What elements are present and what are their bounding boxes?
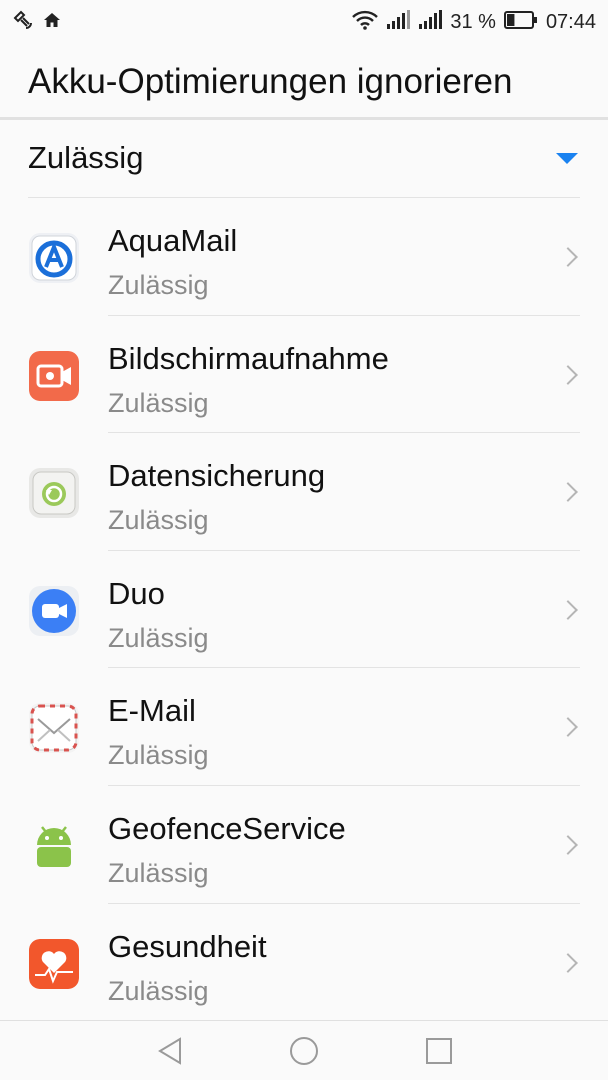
- signal-icon: [418, 9, 443, 35]
- back-icon[interactable]: [154, 1035, 186, 1067]
- app-status: Zulässig: [108, 975, 209, 1006]
- list-item[interactable]: E-Mail Zulässig: [0, 668, 608, 786]
- chevron-right-icon: [558, 364, 578, 385]
- filter-dropdown[interactable]: Zulässig: [28, 120, 580, 198]
- status-left: [12, 9, 62, 36]
- filter-selected-value: Zulässig: [28, 140, 144, 175]
- app-name: AquaMail: [108, 223, 238, 258]
- chevron-right-icon: [558, 247, 578, 267]
- recents-icon[interactable]: [423, 1035, 455, 1067]
- health-icon: [29, 938, 79, 989]
- aquamail-icon: [29, 233, 79, 283]
- app-status: Zulässig: [108, 270, 209, 300]
- app-status: Zulässig: [108, 740, 209, 771]
- list-item[interactable]: AquaMail Zulässig: [0, 198, 608, 316]
- backup-icon: [29, 468, 79, 519]
- dropdown-caret-icon: [556, 153, 578, 164]
- email-icon: [29, 703, 79, 754]
- duo-icon: [29, 585, 79, 636]
- clock: 07:44: [545, 10, 596, 33]
- home-icon[interactable]: [288, 1035, 320, 1067]
- battery-icon: [503, 10, 538, 34]
- battery-percent: 31 %: [450, 10, 496, 33]
- signal-icon: [386, 9, 411, 35]
- chevron-right-icon: [558, 599, 578, 620]
- chevron-right-icon: [558, 717, 578, 738]
- navigation-bar: [0, 1020, 608, 1080]
- chevron-right-icon: [558, 952, 578, 973]
- page-title: Akku-Optimierungen ignorieren: [28, 62, 513, 101]
- app-status: Zulässig: [108, 622, 209, 653]
- chevron-right-icon: [558, 482, 578, 503]
- app-status: Zulässig: [108, 505, 209, 536]
- list-item[interactable]: Duo Zulässig: [0, 551, 608, 669]
- status-bar: 31 % 07:44: [0, 0, 608, 44]
- app-bar: Akku-Optimierungen ignorieren: [0, 44, 608, 120]
- status-right: 31 % 07:44: [352, 9, 596, 35]
- app-name: Bildschirmaufnahme: [108, 340, 389, 376]
- list-item[interactable]: Gesundheit Zulässig: [0, 904, 608, 1022]
- screen-recorder-icon: [29, 350, 79, 401]
- android-icon: [29, 821, 79, 871]
- app-name: E-Mail: [108, 693, 196, 729]
- wifi-icon: [352, 10, 379, 35]
- list-item[interactable]: GeofenceService Zulässig: [0, 786, 608, 904]
- app-list: AquaMail Zulässig Bildschirmaufnahme Zul…: [0, 198, 608, 1021]
- app-name: Datensicherung: [108, 458, 326, 494]
- app-status: Zulässig: [108, 387, 209, 418]
- app-status: Zulässig: [108, 857, 209, 888]
- app-name: Gesundheit: [108, 928, 267, 964]
- satellite-icon: [12, 9, 34, 36]
- app-name: Duo: [108, 575, 165, 611]
- home-icon: [42, 10, 62, 35]
- app-name: GeofenceService: [108, 810, 346, 846]
- list-item[interactable]: Bildschirmaufnahme Zulässig: [0, 316, 608, 434]
- chevron-right-icon: [558, 835, 578, 855]
- list-item[interactable]: Datensicherung Zulässig: [0, 433, 608, 551]
